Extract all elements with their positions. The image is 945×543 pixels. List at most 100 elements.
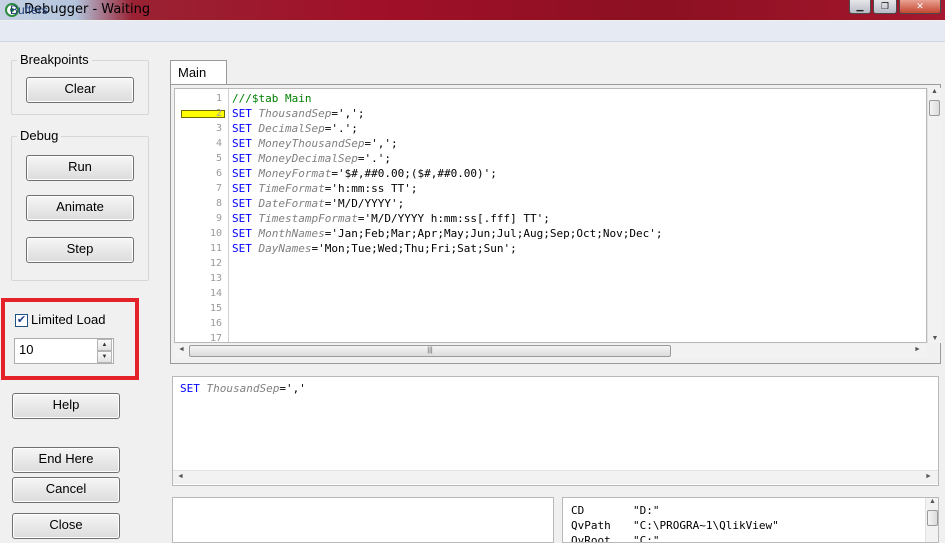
code-value: =','; bbox=[331, 107, 365, 120]
code-keyword: SET bbox=[232, 167, 252, 180]
statement-panel[interactable]: SET ThousandSep=',' ◄ ► bbox=[172, 376, 939, 486]
code-keyword: SET bbox=[232, 212, 252, 225]
animate-button[interactable]: Animate bbox=[26, 195, 134, 221]
menu-bar bbox=[0, 21, 945, 42]
code-line[interactable]: SET TimeFormat='h:mm:ss TT'; bbox=[232, 181, 417, 196]
editor-horizontal-scrollbar[interactable]: ◄ ||| ► bbox=[174, 344, 927, 358]
code-line[interactable]: SET DecimalSep='.'; bbox=[232, 121, 358, 136]
line-number: 14 bbox=[209, 288, 222, 299]
end-here-button[interactable]: End Here bbox=[12, 447, 120, 473]
scroll-left-icon[interactable]: ◄ bbox=[177, 473, 184, 480]
line-number: 12 bbox=[209, 258, 222, 269]
code-keyword: SET bbox=[232, 137, 252, 150]
line-number: 8 bbox=[215, 198, 222, 209]
code-value: ='.'; bbox=[357, 152, 391, 165]
help-button[interactable]: Help bbox=[12, 393, 120, 419]
debug-legend: Debug bbox=[17, 128, 62, 143]
line-number: 4 bbox=[215, 138, 222, 149]
variable-value: "C:\PROGRA~1\QlikView" bbox=[633, 519, 779, 532]
code-value: ='M/D/YYYY h:mm:ss[.fff] TT'; bbox=[357, 212, 550, 225]
line-number: 6 bbox=[215, 168, 222, 179]
limited-load-checkbox[interactable]: ✔ bbox=[15, 314, 28, 327]
code-value: =','; bbox=[364, 137, 398, 150]
line-number: 5 bbox=[215, 153, 222, 164]
line-number: 10 bbox=[209, 228, 222, 239]
code-value: ='$#,##0.00;($#,##0.00)'; bbox=[331, 167, 497, 180]
step-button[interactable]: Step bbox=[26, 237, 134, 263]
scroll-left-icon[interactable]: ◄ bbox=[178, 346, 185, 353]
code-line[interactable]: SET ThousandSep=','; bbox=[232, 106, 364, 121]
code-variable: DateFormat bbox=[258, 197, 325, 210]
code-line[interactable]: SET DateFormat='M/D/YYYY'; bbox=[232, 196, 404, 211]
code-keyword: SET bbox=[232, 227, 252, 240]
variables-vertical-scrollbar[interactable]: ▲ bbox=[925, 498, 938, 542]
breakpoints-legend: Breakpoints bbox=[17, 52, 92, 67]
variable-name: QvPath bbox=[571, 519, 611, 532]
variables-vscroll-thumb[interactable] bbox=[927, 510, 938, 526]
statement-value: =',' bbox=[279, 382, 306, 395]
code-line[interactable]: SET DayNames='Mon;Tue;Wed;Thu;Fri;Sat;Su… bbox=[232, 241, 517, 256]
variable-name: QvRoot bbox=[571, 534, 611, 543]
clear-button[interactable]: Clear bbox=[26, 77, 134, 103]
code-variable: TimestampFormat bbox=[258, 212, 358, 225]
code-variable: MoneyThousandSep bbox=[258, 137, 365, 150]
editor-hscroll-thumb[interactable]: ||| bbox=[189, 345, 671, 357]
line-number: 16 bbox=[209, 318, 222, 329]
statement-horizontal-scrollbar[interactable]: ◄ ► bbox=[173, 470, 938, 484]
line-number: 2 bbox=[215, 108, 222, 119]
code-line[interactable]: SET MonthNames='Jan;Feb;Mar;Apr;May;Jun;… bbox=[232, 226, 663, 241]
code-variable: DecimalSep bbox=[258, 122, 325, 135]
code-variable: MoneyDecimalSep bbox=[258, 152, 358, 165]
scroll-down-icon[interactable]: ▼ bbox=[928, 335, 942, 342]
code-keyword: SET bbox=[232, 182, 252, 195]
menu-buffers[interactable]: Buffers bbox=[10, 3, 48, 17]
code-variable: MonthNames bbox=[258, 227, 325, 240]
statement-keyword: SET bbox=[180, 382, 200, 395]
editor-vertical-scrollbar[interactable]: ▲ ▼ bbox=[927, 88, 941, 343]
line-number: 1 bbox=[215, 93, 222, 104]
line-number: 15 bbox=[209, 303, 222, 314]
code-value: ='M/D/YYYY'; bbox=[324, 197, 405, 210]
minimize-icon[interactable]: ▁ bbox=[849, 0, 871, 14]
scroll-up-icon[interactable]: ▲ bbox=[926, 498, 938, 510]
run-button[interactable]: Run bbox=[26, 155, 134, 181]
statement-variable: ThousandSep bbox=[206, 382, 280, 395]
code-keyword: SET bbox=[232, 122, 252, 135]
code-value: ='.'; bbox=[324, 122, 358, 135]
variables-panel[interactable]: CD "D:" QvPath "C:\PROGRA~1\QlikView" QvRoot… bbox=[562, 497, 939, 543]
scroll-right-icon[interactable]: ► bbox=[925, 473, 932, 480]
code-keyword: SET bbox=[232, 242, 252, 255]
current-statement: SET ThousandSep=',' bbox=[180, 381, 306, 396]
scroll-right-icon[interactable]: ► bbox=[914, 346, 921, 353]
line-number: 7 bbox=[215, 183, 222, 194]
code-variable: ThousandSep bbox=[258, 107, 332, 120]
line-number: 3 bbox=[215, 123, 222, 134]
script-editor[interactable]: 1 2 3 4 5 6 7 8 9 10 11 12 13 14 15 16 17 ///$tab Main SE… bbox=[174, 88, 927, 343]
code-line[interactable]: SET TimestampFormat='M/D/YYYY h:mm:ss[.f… bbox=[232, 211, 550, 226]
maximize-icon[interactable]: ❐ bbox=[873, 0, 897, 14]
line-number: 11 bbox=[209, 243, 222, 254]
code-value: ='h:mm:ss TT'; bbox=[324, 182, 418, 195]
close-icon[interactable]: ✕ bbox=[899, 0, 941, 14]
limited-load-stepper[interactable]: ▲ ▼ bbox=[97, 339, 112, 363]
spin-down-icon[interactable]: ▼ bbox=[97, 351, 112, 363]
code-keyword: SET bbox=[232, 107, 252, 120]
code-line[interactable]: SET MoneyThousandSep=','; bbox=[232, 136, 398, 151]
code-comment: ///$tab Main bbox=[232, 92, 312, 105]
line-number: 17 bbox=[209, 333, 222, 343]
code-line[interactable]: ///$tab Main bbox=[232, 91, 311, 106]
close-button[interactable]: Close bbox=[12, 513, 120, 539]
variable-value: "D:" bbox=[633, 504, 660, 517]
editor-vscroll-thumb[interactable] bbox=[929, 100, 940, 116]
tab-main[interactable]: Main bbox=[170, 60, 227, 85]
output-panel[interactable] bbox=[172, 497, 554, 543]
spin-up-icon[interactable]: ▲ bbox=[97, 339, 112, 351]
variable-value: "C:" bbox=[633, 534, 660, 543]
limited-load-label[interactable]: Limited Load bbox=[31, 312, 105, 327]
cancel-button[interactable]: Cancel bbox=[12, 477, 120, 503]
code-line[interactable]: SET MoneyFormat='$#,##0.00;($#,##0.00)'; bbox=[232, 166, 497, 181]
code-line[interactable]: SET MoneyDecimalSep='.'; bbox=[232, 151, 391, 166]
code-keyword: SET bbox=[232, 152, 252, 165]
code-variable: MoneyFormat bbox=[258, 167, 332, 180]
scroll-up-icon[interactable]: ▲ bbox=[928, 88, 941, 100]
